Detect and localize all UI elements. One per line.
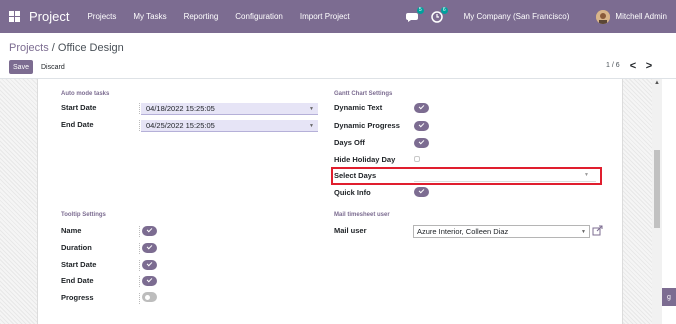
pager-prev-button[interactable]: < xyxy=(627,59,639,73)
quick-info-label: Quick Info xyxy=(334,188,371,197)
dynamic-progress-label: Dynamic Progress xyxy=(334,121,400,130)
tooltip-duration-toggle[interactable] xyxy=(142,243,157,253)
chat-badge: 5 xyxy=(416,6,424,14)
section-mail-title: Mail timesheet user xyxy=(334,212,390,218)
highlight-annotation-box xyxy=(331,167,602,185)
hide-holiday-checkbox[interactable] xyxy=(414,156,420,162)
field-separator xyxy=(139,120,140,131)
field-separator xyxy=(139,260,140,271)
user-menu[interactable]: Mitchell Admin xyxy=(615,12,667,21)
days-off-label: Days Off xyxy=(334,138,365,147)
menu-reporting[interactable]: Reporting xyxy=(184,12,219,21)
breadcrumb: Projects / Office Design xyxy=(9,42,124,54)
app-brand[interactable]: Project xyxy=(29,9,69,24)
mail-user-select[interactable]: Azure Interior, Colleen Diaz ▼ xyxy=(413,225,590,238)
pager-next-button[interactable]: > xyxy=(643,59,655,73)
chevron-down-icon: ▼ xyxy=(309,106,314,112)
field-separator xyxy=(139,293,140,304)
tooltip-name-label: Name xyxy=(61,226,82,235)
chevron-down-icon: ▼ xyxy=(581,229,586,235)
tooltip-duration-label: Duration xyxy=(61,243,92,252)
tooltip-progress-label: Progress xyxy=(61,293,94,302)
chat-icon[interactable]: 5 xyxy=(405,6,424,24)
start-date-label: Start Date xyxy=(61,103,97,112)
save-button[interactable]: Save xyxy=(9,60,33,74)
scrollbar-thumb[interactable] xyxy=(654,150,660,228)
activity-clock-icon[interactable]: 6 xyxy=(430,6,448,24)
menu-configuration[interactable]: Configuration xyxy=(235,12,283,21)
apps-menu-icon[interactable] xyxy=(9,11,20,22)
breadcrumb-separator: / xyxy=(48,42,58,54)
tooltip-start-date-label: Start Date xyxy=(61,260,97,269)
field-separator xyxy=(139,276,140,287)
dynamic-progress-toggle[interactable] xyxy=(414,121,429,131)
field-separator xyxy=(139,243,140,254)
field-separator xyxy=(139,226,140,237)
menu-projects[interactable]: Projects xyxy=(87,12,116,21)
section-gantt-title: Gantt Chart Settings xyxy=(334,91,393,97)
start-date-value: 04/18/2022 15:25:05 xyxy=(146,104,215,113)
company-switcher[interactable]: My Company (San Francisco) xyxy=(464,12,570,21)
dynamic-text-label: Dynamic Text xyxy=(334,103,383,112)
tooltip-start-date-toggle[interactable] xyxy=(142,260,157,270)
mail-user-value: Azure Interior, Colleen Diaz xyxy=(417,227,509,236)
dynamic-text-toggle[interactable] xyxy=(414,103,429,113)
form-sheet xyxy=(37,79,623,324)
tooltip-end-date-toggle[interactable] xyxy=(142,276,157,286)
menu-my-tasks[interactable]: My Tasks xyxy=(133,12,166,21)
top-navbar: Project Projects My Tasks Reporting Conf… xyxy=(0,0,676,33)
pager-value[interactable]: 1 / 6 xyxy=(606,62,620,69)
side-tab[interactable]: g xyxy=(662,288,676,306)
tooltip-progress-toggle[interactable] xyxy=(142,292,157,302)
menu-import-project[interactable]: Import Project xyxy=(300,12,350,21)
external-link-icon[interactable] xyxy=(592,225,603,236)
scroll-up-arrow-icon[interactable]: ▲ xyxy=(654,80,660,86)
user-avatar[interactable] xyxy=(596,9,611,24)
activity-badge: 6 xyxy=(440,6,448,14)
chevron-down-icon: ▼ xyxy=(309,123,314,129)
tooltip-name-toggle[interactable] xyxy=(142,226,157,236)
section-tooltip-title: Tooltip Settings xyxy=(61,212,106,218)
hide-holiday-label: Hide Holiday Day xyxy=(334,155,396,164)
quick-info-toggle[interactable] xyxy=(414,187,429,197)
start-date-input[interactable]: 04/18/2022 15:25:05 ▼ xyxy=(141,103,318,115)
end-date-input[interactable]: 04/25/2022 15:25:05 ▼ xyxy=(141,120,318,132)
days-off-toggle[interactable] xyxy=(414,138,429,148)
end-date-label: End Date xyxy=(61,120,94,129)
tooltip-end-date-label: End Date xyxy=(61,276,94,285)
mail-user-label: Mail user xyxy=(334,226,367,235)
end-date-value: 04/25/2022 15:25:05 xyxy=(146,121,215,130)
section-auto-mode-title: Auto mode tasks xyxy=(61,91,110,97)
breadcrumb-projects[interactable]: Projects xyxy=(9,42,49,54)
breadcrumb-current: Office Design xyxy=(57,42,124,54)
field-separator xyxy=(139,103,140,114)
discard-button[interactable]: Discard xyxy=(38,60,68,74)
